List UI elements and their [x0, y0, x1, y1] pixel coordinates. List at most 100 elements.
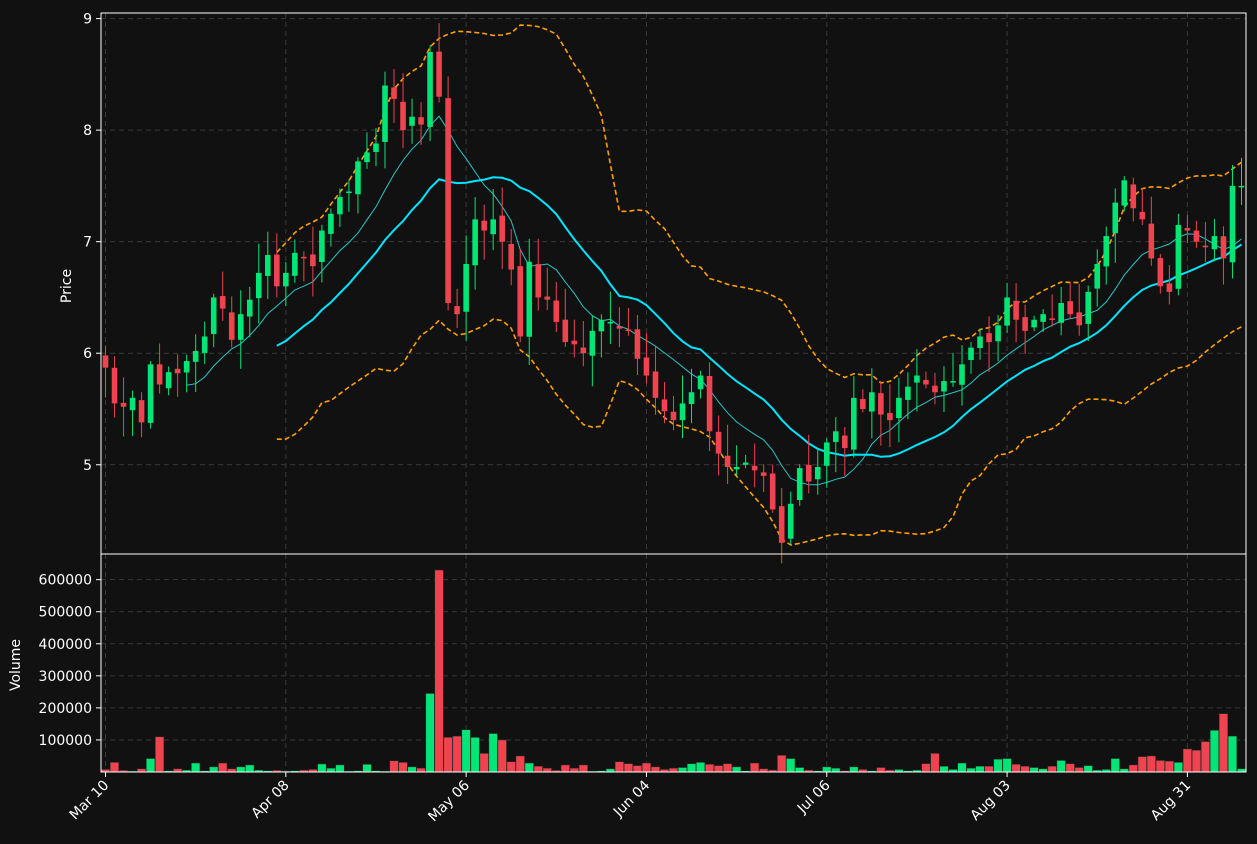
candle-body: [742, 462, 749, 465]
candle-body: [796, 468, 803, 500]
candle-body: [337, 197, 343, 215]
candle-body: [472, 219, 478, 266]
candle-body: [887, 412, 893, 421]
volume-bar: [209, 766, 219, 773]
volume-bar: [1164, 760, 1174, 773]
volume-bar: [533, 765, 543, 773]
volume-bar: [939, 765, 949, 773]
candle-body: [508, 244, 515, 270]
candle-body: [905, 386, 911, 400]
volume-bar: [1074, 767, 1084, 773]
volume-bar: [632, 765, 642, 773]
candle-body: [174, 368, 181, 374]
candle-body: [310, 254, 316, 267]
candle-body: [1130, 184, 1137, 209]
candle-body: [571, 340, 578, 345]
price-tick-label: 8: [83, 123, 92, 139]
volume-tick-label: 600000: [39, 573, 92, 589]
candle-body: [355, 161, 361, 195]
volume-bar: [434, 569, 444, 773]
candle-body: [941, 381, 947, 392]
candle-body: [120, 402, 127, 407]
volume-bar: [1029, 767, 1039, 773]
candle-body: [1238, 185, 1245, 188]
volume-bar: [677, 767, 688, 773]
candle-body: [445, 98, 451, 304]
volume-bar: [1173, 762, 1183, 773]
volume-bar: [479, 753, 489, 773]
candle-body: [860, 399, 866, 409]
candle-body: [805, 464, 812, 482]
candle-body: [346, 191, 352, 193]
candle-body: [129, 397, 136, 411]
candle-body: [598, 319, 605, 332]
candle-body: [400, 101, 406, 131]
candle-body: [463, 263, 469, 312]
candle-body: [111, 367, 118, 404]
candle-body: [715, 431, 722, 454]
volume-tick-label: 500000: [39, 605, 92, 621]
volume-bar: [921, 763, 931, 773]
candle-body: [1202, 245, 1209, 248]
volume-bar: [416, 767, 426, 773]
volume-tick-label: 100000: [39, 733, 92, 749]
candle-body: [1103, 236, 1110, 267]
candle-body: [950, 381, 956, 383]
candle-body: [544, 296, 551, 300]
volume-tick-label: 200000: [39, 701, 92, 717]
volume-bar: [1191, 749, 1201, 773]
volume-bar: [849, 766, 859, 773]
volume-bar: [425, 693, 435, 773]
candle-body: [319, 230, 325, 263]
volume-bar: [1137, 756, 1147, 773]
candle-body: [580, 347, 587, 354]
volume-bar: [461, 729, 471, 773]
candle-body: [1085, 291, 1092, 324]
candle-body: [1067, 301, 1073, 315]
volume-bar: [389, 760, 399, 773]
candle-body: [1193, 230, 1200, 242]
volume-bar: [732, 766, 742, 773]
volume-bar: [1227, 735, 1238, 773]
volume-bar: [668, 767, 679, 773]
candle-body: [995, 325, 1001, 342]
volume-bar: [1020, 765, 1030, 773]
volume-bar: [218, 762, 228, 773]
candle-body: [481, 220, 487, 231]
candle-body: [968, 347, 974, 360]
candle-body: [292, 252, 298, 276]
volume-bar: [326, 767, 336, 773]
candle-body: [733, 466, 740, 470]
candle-body: [851, 397, 857, 450]
candle-body: [1040, 314, 1046, 322]
candle-body: [869, 392, 875, 412]
candle-body: [1139, 211, 1146, 220]
price-tick-label: 6: [83, 346, 92, 362]
candle-body: [192, 350, 199, 362]
candle-body: [670, 411, 677, 421]
volume-bar: [1218, 713, 1228, 773]
volume-y-axis-label: Volume: [8, 639, 24, 691]
candle-body: [201, 336, 208, 353]
volume-bar: [876, 767, 886, 773]
volume-bar: [1047, 765, 1057, 773]
candle-body: [706, 375, 713, 432]
candle-body: [1229, 185, 1236, 263]
volume-bar: [966, 767, 976, 773]
candle-body: [697, 375, 704, 390]
volume-bar: [1155, 760, 1165, 773]
volume-bar: [1209, 730, 1219, 773]
volume-bar: [1011, 764, 1021, 773]
candle-body: [688, 392, 695, 404]
volume-bar: [1146, 755, 1156, 773]
candle-body: [661, 399, 668, 412]
volume-bar: [623, 763, 633, 773]
price-tick-label: 5: [83, 458, 92, 474]
candle-body: [751, 465, 758, 471]
candle-body: [607, 321, 614, 324]
volume-bar: [398, 762, 408, 773]
price-tick-label: 7: [83, 235, 92, 251]
volume-bar: [146, 758, 156, 773]
candle-body: [878, 393, 884, 415]
volume-bar: [578, 764, 588, 773]
